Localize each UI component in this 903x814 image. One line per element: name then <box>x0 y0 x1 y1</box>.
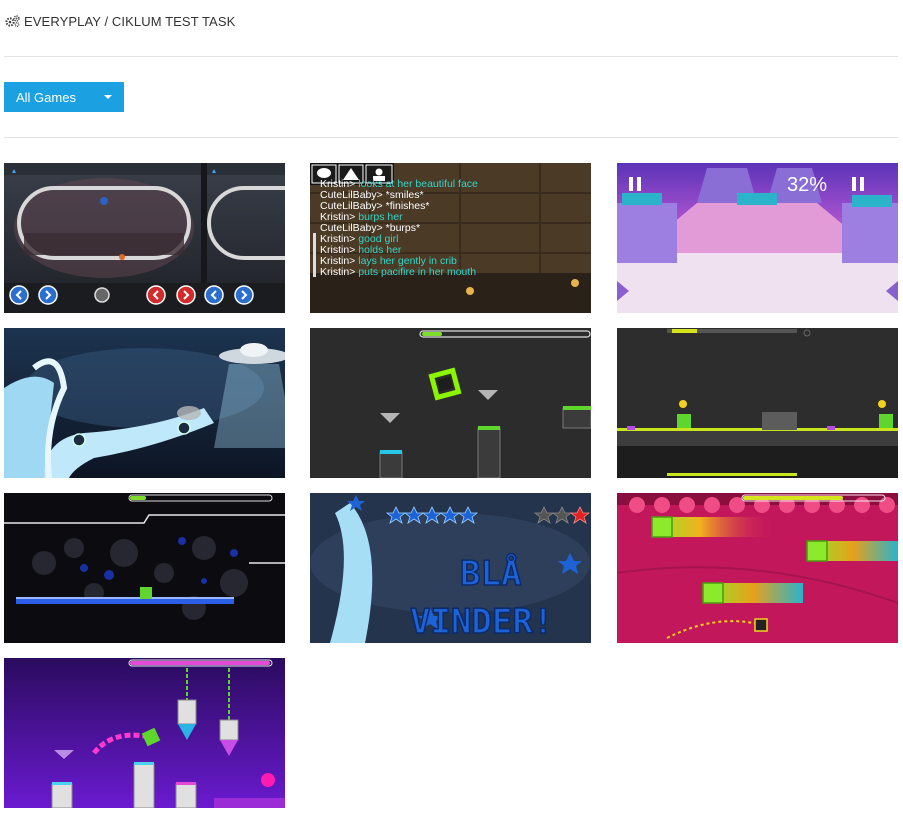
arena-racing-thumbnail <box>4 163 285 313</box>
chat-game-thumbnail: Kristin> looks at her beautiful face Cut… <box>310 163 591 313</box>
header-divider <box>4 56 898 57</box>
game-video-thumbnail[interactable]: BLÅ VINDER! <box>310 493 591 643</box>
geometry-dark-thumbnail <box>310 328 591 478</box>
geometry-purple-thumbnail <box>4 658 285 808</box>
progress-percent: 32% <box>787 174 827 196</box>
winner-banner-line1: BLÅ <box>460 553 521 594</box>
geometry-neon-thumbnail <box>4 493 285 643</box>
filter-selected-label: All Games <box>16 89 76 105</box>
chat-message: puts pacifire in her mouth <box>358 266 476 278</box>
game-video-thumbnail[interactable] <box>4 658 285 808</box>
winner-screen-thumbnail: BLÅ VINDER! <box>310 493 591 643</box>
caret-down-icon <box>104 95 112 99</box>
winner-banner-line2: VINDER! <box>410 602 553 642</box>
brand[interactable]: EVERYPLAY / CIKLUM TEST TASK <box>5 12 235 30</box>
game-video-thumbnail[interactable] <box>617 328 898 478</box>
game-video-thumbnail[interactable] <box>310 328 591 478</box>
chat-name: Kristin> <box>320 266 355 278</box>
svg-text:Kristin> puts pacifire in her: Kristin> puts pacifire in her mouth <box>320 266 476 278</box>
game-video-thumbnail[interactable] <box>4 328 285 478</box>
ice-racing-thumbnail <box>4 328 285 478</box>
brand-title: EVERYPLAY / CIKLUM TEST TASK <box>24 13 236 29</box>
game-video-thumbnail[interactable] <box>4 493 285 643</box>
game-video-thumbnail[interactable]: Kristin> looks at her beautiful face Cut… <box>310 163 591 313</box>
games-filter-dropdown[interactable]: All Games <box>4 82 124 112</box>
game-video-thumbnail[interactable]: 32% <box>617 163 898 313</box>
game-video-thumbnail[interactable] <box>4 163 285 313</box>
cogs-icon <box>5 15 20 27</box>
filter-divider <box>4 137 898 138</box>
geometry-yellow-thumbnail <box>617 328 898 478</box>
geometry-pink-thumbnail <box>617 493 898 643</box>
pastel-runner-thumbnail: 32% <box>617 163 898 313</box>
game-video-thumbnail[interactable] <box>617 493 898 643</box>
